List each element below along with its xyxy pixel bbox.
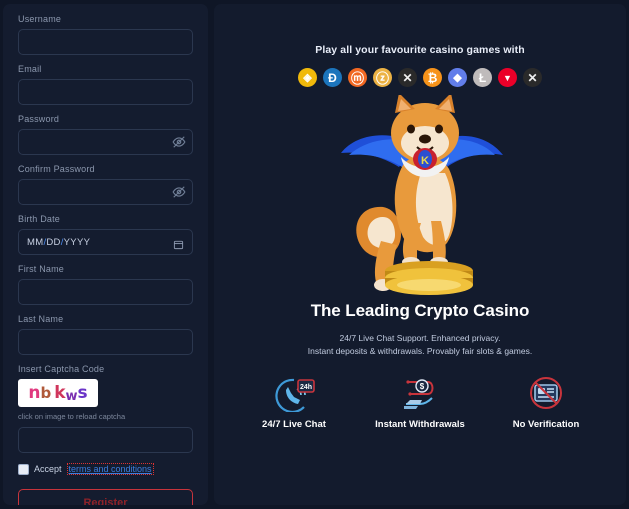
eye-off-icon-confirm[interactable]	[172, 185, 186, 199]
tron-coin-icon[interactable]: ▼	[498, 68, 517, 87]
captcha-char-0: n	[28, 382, 41, 403]
feature-live-chat: 24h 24/7 Live Chat	[248, 376, 340, 430]
hand-dollar-icon: $	[398, 376, 442, 412]
field-birth-date: Birth Date MM/DD/YYYY	[18, 214, 193, 255]
username-input[interactable]	[18, 29, 193, 55]
input-wrap-username	[18, 29, 193, 55]
captcha-code-text: nb kws	[28, 382, 88, 404]
captcha-char-4: s	[77, 382, 88, 403]
input-wrap-captcha	[18, 427, 193, 453]
ethereum-coin-icon[interactable]: ◆	[448, 68, 467, 87]
promo-tagline: Play all your favourite casino games wit…	[315, 44, 525, 56]
first-name-input[interactable]	[18, 279, 193, 305]
input-wrap-confirm-password	[18, 179, 193, 205]
field-username: Username	[18, 14, 193, 55]
monero-coin-icon[interactable]: ⓜ	[348, 68, 367, 87]
broken-image-icon-2[interactable]: ✕	[523, 68, 542, 87]
field-captcha: Insert Captcha Code nb kws click on image…	[18, 364, 193, 453]
no-id-card-icon	[524, 376, 568, 412]
label-last-name: Last Name	[18, 314, 64, 324]
last-name-input[interactable]	[18, 329, 193, 355]
captcha-char-2: k	[54, 382, 66, 403]
field-email: Email	[18, 64, 193, 105]
binance-coin-icon[interactable]: ◈	[298, 68, 317, 87]
label-confirm-password: Confirm Password	[18, 164, 95, 174]
input-wrap-email	[18, 79, 193, 105]
broken-image-icon-1[interactable]: ✕	[398, 68, 417, 87]
field-confirm-password: Confirm Password	[18, 164, 193, 205]
terms-row: Accept terms and conditions	[18, 463, 193, 475]
field-last-name: Last Name	[18, 314, 193, 355]
feature-list: 24h 24/7 Live Chat $ Instant Withdrawals…	[248, 376, 592, 430]
captcha-char-1: b	[40, 383, 52, 402]
input-wrap-first-name	[18, 279, 193, 305]
promo-panel: Play all your favourite casino games wit…	[214, 4, 626, 505]
captcha-image[interactable]: nb kws	[18, 379, 98, 407]
label-email: Email	[18, 64, 42, 74]
bitcoin-coin-icon[interactable]: ₿	[423, 68, 442, 87]
date-mm: MM	[27, 236, 44, 248]
registration-page: Username Email Password Confirm Password…	[0, 0, 629, 509]
svg-text:$: $	[420, 382, 425, 391]
confirm-password-input[interactable]	[18, 179, 193, 205]
promo-title: The Leading Crypto Casino	[310, 301, 530, 320]
litecoin-coin-icon[interactable]: Ł	[473, 68, 492, 87]
label-captcha: Insert Captcha Code	[18, 364, 105, 374]
svg-text:K: K	[421, 155, 429, 167]
input-wrap-last-name	[18, 329, 193, 355]
captcha-reload-hint: click on image to reload captcha	[18, 412, 126, 421]
eye-off-icon[interactable]	[172, 135, 186, 149]
birth-date-value: MM/DD/YYYY	[27, 237, 90, 248]
field-first-name: First Name	[18, 264, 193, 305]
feature-label-instant-withdrawals: Instant Withdrawals	[375, 419, 465, 431]
dash-coin-icon[interactable]: Ð	[323, 68, 342, 87]
zcash-coin-icon[interactable]: ⓩ	[373, 68, 392, 87]
promo-subtitle: 24/7 Live Chat Support. Enhanced privacy…	[308, 332, 532, 358]
promo-subtitle-line-2: Instant deposits & withdrawals. Provably…	[307, 346, 533, 357]
accept-terms-label: Accept	[34, 464, 62, 474]
feature-instant-withdrawals: $ Instant Withdrawals	[374, 376, 466, 430]
calendar-icon[interactable]	[173, 237, 184, 249]
captcha-char-3: w	[65, 388, 78, 404]
birth-date-input[interactable]: MM/DD/YYYY	[18, 229, 193, 255]
register-button[interactable]: Register	[18, 489, 193, 505]
input-wrap-password	[18, 129, 193, 155]
feature-label-live-chat: 24/7 Live Chat	[262, 419, 326, 431]
promo-subtitle-line-1: 24/7 Live Chat Support. Enhanced privacy…	[339, 333, 501, 343]
date-yyyy: YYYY	[63, 236, 91, 248]
captcha-input[interactable]	[18, 427, 193, 453]
date-dd: DD	[46, 236, 61, 248]
label-birth-date: Birth Date	[18, 214, 61, 224]
mascot-image: K	[325, 93, 515, 295]
field-password: Password	[18, 114, 193, 155]
crypto-coin-row: ◈ Ð ⓜ ⓩ ✕ ₿ ◆ Ł ▼ ✕	[298, 68, 542, 87]
label-password: Password	[18, 114, 60, 124]
email-input[interactable]	[18, 79, 193, 105]
feature-no-verification: No Verification	[500, 376, 592, 430]
svg-text:24h: 24h	[300, 384, 312, 391]
feature-label-no-verification: No Verification	[512, 419, 580, 431]
label-username: Username	[18, 14, 62, 24]
label-first-name: First Name	[18, 264, 65, 274]
password-input[interactable]	[18, 129, 193, 155]
accept-terms-checkbox[interactable]	[18, 463, 29, 475]
terms-and-conditions-link[interactable]: terms and conditions	[66, 463, 154, 475]
phone-24h-icon: 24h	[272, 376, 316, 413]
registration-form-panel: Username Email Password Confirm Password…	[3, 4, 208, 505]
